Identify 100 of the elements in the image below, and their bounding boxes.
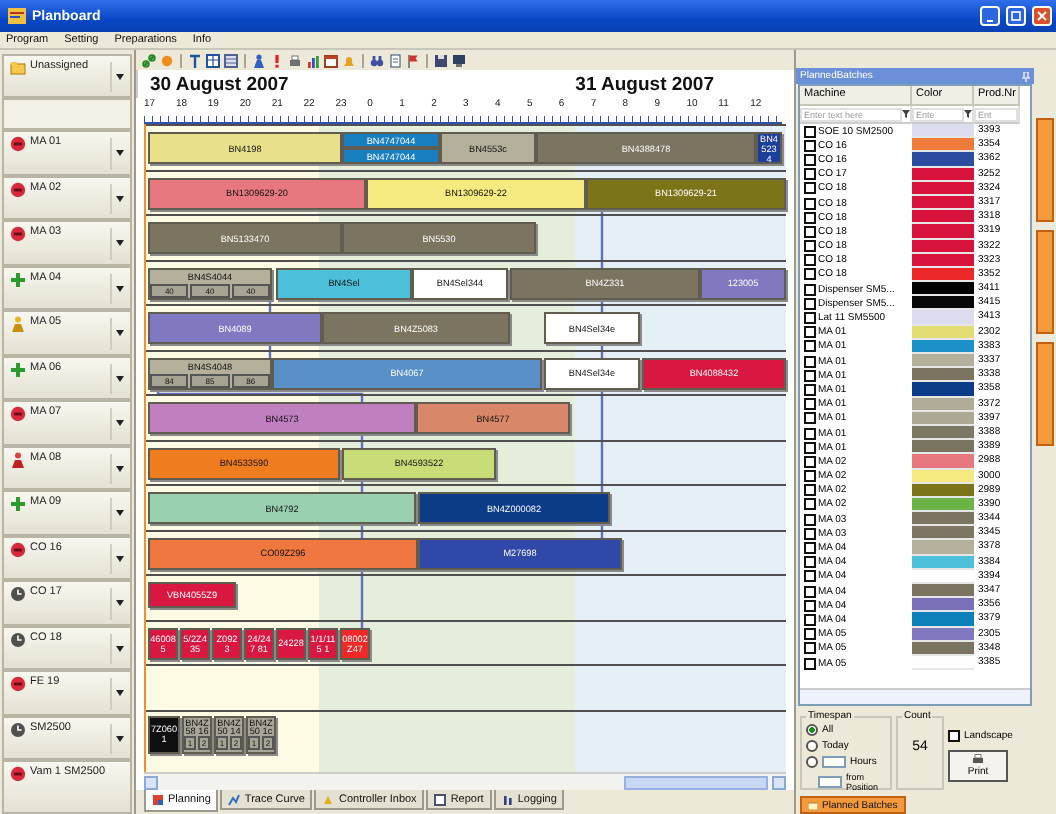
checkbox[interactable]	[804, 484, 816, 497]
checkbox[interactable]	[804, 254, 816, 267]
checkbox[interactable]	[804, 527, 816, 540]
radio-button[interactable]	[806, 724, 818, 736]
caret-icon	[116, 735, 124, 742]
checkbox[interactable]	[804, 628, 816, 641]
cross-icon	[10, 496, 26, 512]
checkbox[interactable]	[804, 268, 816, 281]
caret-icon	[116, 465, 124, 472]
printer-icon[interactable]	[288, 53, 302, 67]
checkbox[interactable]	[948, 730, 960, 742]
checkbox[interactable]	[804, 340, 816, 353]
checkbox[interactable]	[804, 225, 816, 238]
checkbox[interactable]	[804, 240, 816, 253]
checkbox[interactable]	[804, 197, 816, 210]
checkbox[interactable]	[804, 125, 816, 138]
checkbox[interactable]	[804, 556, 816, 569]
date-label: 30 August 2007	[150, 73, 289, 95]
dropdown-button[interactable]	[110, 408, 128, 439]
caret-icon	[116, 74, 124, 80]
dropdown-button[interactable]	[110, 363, 128, 394]
document-icon[interactable]	[388, 53, 402, 67]
calendar-icon[interactable]	[324, 53, 338, 67]
checkbox[interactable]	[804, 642, 816, 655]
checkbox[interactable]	[804, 513, 816, 526]
checkbox[interactable]	[804, 441, 816, 454]
table-icon[interactable]	[206, 53, 220, 67]
checkbox[interactable]	[804, 139, 816, 152]
monitor-icon[interactable]	[452, 53, 466, 67]
dropdown-button[interactable]	[110, 62, 128, 92]
checkbox[interactable]	[804, 599, 816, 612]
minimize-button[interactable]	[980, 6, 1000, 26]
checkbox[interactable]	[804, 585, 816, 598]
checkbox[interactable]	[804, 427, 816, 440]
checkbox[interactable]	[804, 498, 816, 511]
checkbox[interactable]	[804, 153, 816, 166]
person-icon[interactable]	[252, 53, 266, 67]
checkbox[interactable]	[804, 326, 816, 339]
horizontal-scrollbar[interactable]	[800, 688, 1030, 704]
dropdown-button[interactable]	[110, 138, 128, 169]
checkbox[interactable]	[804, 398, 816, 411]
status-circle-icon	[10, 541, 26, 557]
horizontal-scrollbar[interactable]	[144, 772, 786, 790]
dropdown-button[interactable]	[110, 453, 128, 484]
checkbox[interactable]	[804, 570, 816, 583]
dropdown-button[interactable]	[110, 633, 128, 664]
funnel-icon	[964, 110, 972, 118]
checkbox[interactable]	[804, 657, 816, 670]
dropdown-button[interactable]	[110, 498, 128, 529]
floppy-icon[interactable]	[434, 53, 448, 67]
folder-icon	[10, 60, 26, 76]
text-icon[interactable]	[188, 53, 202, 67]
caret-icon	[116, 600, 124, 607]
exclamation-icon[interactable]	[270, 53, 284, 67]
dropdown-button[interactable]	[110, 588, 128, 619]
radio-button[interactable]	[806, 756, 818, 768]
hours-field[interactable]	[822, 756, 846, 768]
checkbox[interactable]	[804, 455, 816, 468]
position-field[interactable]	[818, 776, 842, 788]
printer-icon	[972, 754, 984, 764]
dropdown-button[interactable]	[110, 723, 128, 754]
close-button[interactable]	[1032, 6, 1052, 26]
maximize-button[interactable]	[1006, 6, 1026, 26]
dropdown-button[interactable]	[110, 318, 128, 349]
status-circle-icon	[10, 676, 26, 692]
maximize-icon	[1010, 10, 1022, 22]
caret-icon	[116, 285, 124, 292]
checkbox[interactable]	[804, 312, 816, 325]
dropdown-button[interactable]	[110, 678, 128, 709]
checkbox[interactable]	[804, 470, 816, 483]
chart-icon[interactable]	[306, 53, 320, 67]
cross-icon	[10, 271, 26, 287]
chain-icon[interactable]	[142, 53, 156, 67]
checkbox[interactable]	[804, 168, 816, 181]
person-icon	[10, 316, 26, 332]
checkbox[interactable]	[804, 283, 816, 296]
checkbox[interactable]	[804, 369, 816, 382]
checkbox[interactable]	[804, 211, 816, 224]
status-circle-icon	[10, 766, 26, 782]
caret-icon	[116, 150, 124, 157]
person-icon	[10, 451, 26, 467]
funnel-icon	[902, 110, 910, 118]
document-icon	[434, 793, 447, 805]
flag-icon[interactable]	[406, 53, 420, 67]
checkbox[interactable]	[804, 297, 816, 310]
dropdown-button[interactable]	[110, 183, 128, 214]
dropdown-button[interactable]	[110, 543, 128, 574]
status-circle-icon	[10, 226, 26, 242]
radio-button[interactable]	[806, 740, 818, 752]
binoculars-icon[interactable]	[370, 53, 384, 67]
checkbox[interactable]	[804, 542, 816, 555]
checkbox[interactable]	[804, 182, 816, 195]
checkbox[interactable]	[804, 613, 816, 626]
clock-icon	[10, 586, 26, 602]
checkbox[interactable]	[804, 383, 816, 396]
dropdown-button[interactable]	[110, 273, 128, 304]
checkbox[interactable]	[804, 412, 816, 425]
caret-icon	[116, 375, 124, 382]
dropdown-button[interactable]	[110, 228, 128, 259]
checkbox[interactable]	[804, 355, 816, 368]
